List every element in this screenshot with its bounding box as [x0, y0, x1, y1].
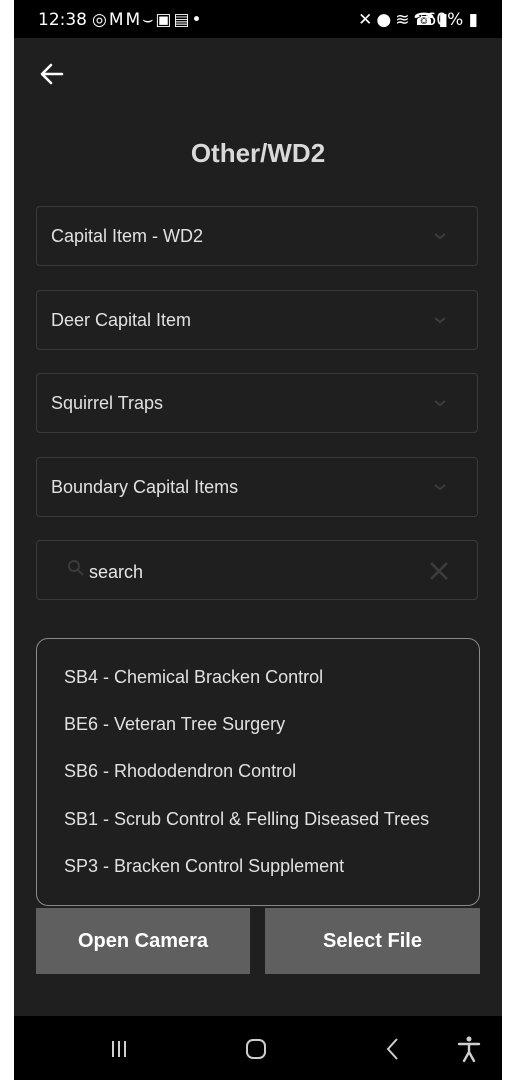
chevron-down-icon	[434, 233, 446, 240]
accessibility-icon[interactable]	[454, 1034, 484, 1064]
search-box	[36, 540, 478, 600]
dropdown-label: Boundary Capital Items	[51, 477, 239, 497]
chevron-down-icon	[434, 400, 446, 407]
options-list: SB4 - Chemical Bracken Control BE6 - Vet…	[36, 638, 480, 906]
gmail-icon: M	[108, 10, 126, 30]
gallery-icon: ▣	[155, 10, 174, 30]
app-screen: 12:38 ◎MM⌣▣▤• ✕●≋☎▮ 60% ▮ Other/WD2 Capi…	[14, 0, 502, 1080]
status-bar: 12:38 ◎MM⌣▣▤• ✕●≋☎▮ 60% ▮	[14, 0, 502, 38]
list-item[interactable]: BE6 - Veteran Tree Surgery	[64, 714, 285, 735]
dropdown-deer-capital-item[interactable]: Deer Capital Item	[36, 290, 478, 350]
back-icon[interactable]	[378, 1034, 408, 1064]
wifi-icon: ≋	[395, 10, 414, 30]
search-icon	[68, 560, 84, 576]
notification-icons: ◎MM⌣▣▤•	[92, 10, 204, 30]
voicemail-icon: ⌣	[142, 10, 156, 30]
page-title: Other/WD2	[190, 138, 326, 168]
home-icon[interactable]	[241, 1034, 271, 1064]
chevron-down-icon	[434, 484, 446, 491]
whatsapp-icon: ◎	[92, 10, 109, 30]
system-nav-bar	[14, 1016, 502, 1080]
list-item[interactable]: SP3 - Bracken Control Supplement	[64, 856, 344, 877]
location-icon: ●	[376, 10, 396, 30]
status-time: 12:38	[38, 10, 87, 30]
dropdown-label: Squirrel Traps	[51, 393, 164, 413]
back-arrow-icon[interactable]	[36, 58, 68, 90]
list-item[interactable]: SB4 - Chemical Bracken Control	[64, 667, 323, 688]
dropdown-boundary-capital-items[interactable]: Boundary Capital Items	[36, 457, 478, 517]
list-item[interactable]: SB6 - Rhododendron Control	[64, 761, 296, 782]
dropdown-capital-item[interactable]: Capital Item - WD2	[36, 206, 478, 266]
chevron-down-icon	[434, 317, 446, 324]
gmail-icon: M	[125, 10, 143, 30]
dropdown-label: Capital Item - WD2	[51, 226, 204, 246]
select-file-button[interactable]: Select File	[265, 908, 480, 974]
clear-icon[interactable]	[427, 559, 451, 583]
search-input[interactable]	[87, 553, 391, 591]
mute-icon: ✕	[358, 10, 377, 30]
battery-level: 60% ▮	[425, 10, 478, 30]
recent-apps-icon[interactable]	[104, 1034, 134, 1064]
open-camera-button[interactable]: Open Camera	[36, 908, 250, 974]
ge-icon: ▤	[173, 10, 192, 30]
list-item[interactable]: SB1 - Scrub Control & Felling Diseased T…	[64, 809, 429, 830]
dropdown-squirrel-traps[interactable]: Squirrel Traps	[36, 373, 478, 433]
dot-icon: •	[191, 10, 204, 30]
dropdown-label: Deer Capital Item	[51, 310, 192, 330]
